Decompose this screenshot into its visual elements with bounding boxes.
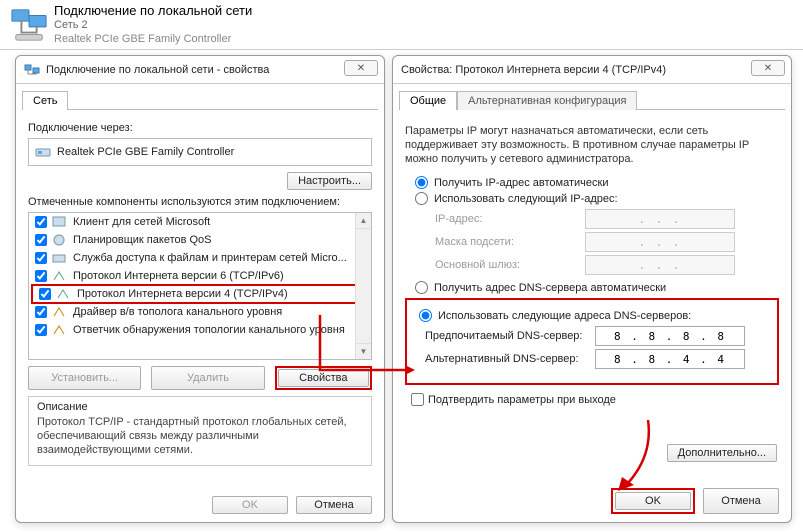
radio-input[interactable] <box>415 192 428 205</box>
list-item-label: Протокол Интернета версии 4 (TCP/IPv4) <box>77 288 288 300</box>
close-button[interactable]: ✕ <box>344 60 378 76</box>
adapter-name: Realtek PCIe GBE Family Controller <box>57 146 234 158</box>
checkbox[interactable] <box>35 252 47 264</box>
list-item[interactable]: Клиент для сетей Microsoft <box>29 213 371 231</box>
list-item[interactable]: Протокол Интернета версии 6 (TCP/IPv6) <box>29 267 371 285</box>
titlebar[interactable]: Подключение по локальной сети - свойства… <box>16 56 384 84</box>
header-device: Realtek PCIe GBE Family Controller <box>54 32 252 46</box>
responder-icon <box>51 322 67 338</box>
uninstall-button[interactable]: Удалить <box>151 366 264 390</box>
ok-button[interactable]: OK <box>615 492 691 510</box>
list-item-label: Ответчик обнаружения топологии канальног… <box>73 324 345 336</box>
checkbox[interactable] <box>39 288 51 300</box>
ip-address-field: . . . <box>585 209 735 229</box>
dns-preferred-label: Предпочитаемый DNS-сервер: <box>425 330 595 342</box>
checkbox[interactable] <box>35 306 47 318</box>
window-header: Подключение по локальной сети Сеть 2 Rea… <box>0 0 803 50</box>
radio-label: Получить IP-адрес автоматически <box>434 177 608 189</box>
gateway-field: . . . <box>585 255 735 275</box>
dns-alt-field[interactable]: 8 . 8 . 4 . 4 <box>595 349 745 369</box>
checkbox[interactable] <box>35 270 47 282</box>
radio-dns-auto[interactable]: Получить адрес DNS-сервера автоматически <box>405 281 779 294</box>
ipv4-icon <box>55 286 71 302</box>
radio-ip-manual[interactable]: Использовать следующий IP-адрес: <box>405 192 779 205</box>
adapter-icon <box>35 144 51 160</box>
network-icon <box>24 62 40 78</box>
fileshare-icon <box>51 250 67 266</box>
confirm-on-exit[interactable]: Подтвердить параметры при выходе <box>405 393 779 406</box>
list-item-ipv4-highlighted[interactable]: Протокол Интернета версии 4 (TCP/IPv4) <box>31 284 369 304</box>
ipv6-icon <box>51 268 67 284</box>
configure-button[interactable]: Настроить... <box>287 172 372 190</box>
dns-manual-highlight: Использовать следующие адреса DNS-сервер… <box>405 298 779 385</box>
network-adapter-icon <box>10 6 48 44</box>
ip-address-label: IP-адрес: <box>435 213 585 225</box>
list-item[interactable]: Служба доступа к файлам и принтерам сете… <box>29 249 371 267</box>
components-list[interactable]: Клиент для сетей Microsoft Планировщик п… <box>28 212 372 360</box>
radio-dns-manual[interactable]: Использовать следующие адреса DNS-сервер… <box>409 309 769 322</box>
titlebar[interactable]: Свойства: Протокол Интернета версии 4 (T… <box>393 56 791 84</box>
list-item[interactable]: Планировщик пакетов QoS <box>29 231 371 249</box>
checkbox[interactable] <box>35 216 47 228</box>
list-item-label: Клиент для сетей Microsoft <box>73 216 210 228</box>
adapter-box: Realtek PCIe GBE Family Controller <box>28 138 372 166</box>
tab-general[interactable]: Общие <box>399 91 457 110</box>
tab-network[interactable]: Сеть <box>22 91 68 110</box>
list-item-label: Драйвер в/в тополога канального уровня <box>73 306 282 318</box>
ipv4-properties-dialog: Свойства: Протокол Интернета версии 4 (T… <box>392 55 792 523</box>
properties-button[interactable]: Свойства <box>278 369 369 387</box>
radio-label: Использовать следующий IP-адрес: <box>434 193 618 205</box>
dns-preferred-field[interactable]: 8 . 8 . 8 . 8 <box>595 326 745 346</box>
radio-label: Использовать следующие адреса DNS-сервер… <box>438 310 691 322</box>
install-button[interactable]: Установить... <box>28 366 141 390</box>
ok-highlight: OK <box>611 488 695 514</box>
subnet-mask-label: Маска подсети: <box>435 236 585 248</box>
ok-button[interactable]: OK <box>212 496 288 514</box>
advanced-button[interactable]: Дополнительно... <box>667 444 777 462</box>
connection-properties-dialog: Подключение по локальной сети - свойства… <box>15 55 385 523</box>
list-item[interactable]: Драйвер в/в тополога канального уровня <box>29 303 371 321</box>
header-title: Подключение по локальной сети <box>54 4 252 18</box>
radio-ip-auto[interactable]: Получить IP-адрес автоматически <box>405 176 779 189</box>
dialog-title: Подключение по локальной сети - свойства <box>46 64 269 76</box>
radio-input[interactable] <box>415 281 428 294</box>
checkbox[interactable] <box>35 324 47 336</box>
qos-icon <box>51 232 67 248</box>
close-button[interactable]: ✕ <box>751 60 785 76</box>
client-icon <box>51 214 67 230</box>
dns-alt-label: Альтернативный DNS-сервер: <box>425 353 595 365</box>
description-legend: Описание <box>37 401 363 413</box>
list-item-label: Планировщик пакетов QoS <box>73 234 212 246</box>
driver-icon <box>51 304 67 320</box>
checkbox[interactable] <box>411 393 424 406</box>
description-text: Протокол TCP/IP - стандартный протокол г… <box>37 415 363 457</box>
description-fieldset: Описание Протокол TCP/IP - стандартный п… <box>28 396 372 466</box>
radio-input[interactable] <box>415 176 428 189</box>
cancel-button[interactable]: Отмена <box>703 488 779 514</box>
header-subtitle: Сеть 2 <box>54 18 252 32</box>
checkbox[interactable] <box>35 234 47 246</box>
scroll-down-icon[interactable]: ▼ <box>356 343 371 359</box>
connect-via-label: Подключение через: <box>28 122 372 134</box>
subnet-mask-field: . . . <box>585 232 735 252</box>
dialog-title: Свойства: Протокол Интернета версии 4 (T… <box>401 64 666 76</box>
gateway-label: Основной шлюз: <box>435 259 585 271</box>
confirm-label: Подтвердить параметры при выходе <box>428 394 616 406</box>
scroll-up-icon[interactable]: ▲ <box>356 213 371 229</box>
list-item-label: Служба доступа к файлам и принтерам сете… <box>73 252 347 264</box>
list-item-label: Протокол Интернета версии 6 (TCP/IPv6) <box>73 270 284 282</box>
cancel-button[interactable]: Отмена <box>296 496 372 514</box>
info-text: Параметры IP могут назначаться автоматич… <box>405 124 779 166</box>
scrollbar[interactable]: ▲ ▼ <box>355 213 371 359</box>
radio-input[interactable] <box>419 309 432 322</box>
radio-label: Получить адрес DNS-сервера автоматически <box>434 282 666 294</box>
list-item[interactable]: Ответчик обнаружения топологии канальног… <box>29 321 371 339</box>
tab-alternate[interactable]: Альтернативная конфигурация <box>457 91 637 110</box>
components-label: Отмеченные компоненты используются этим … <box>28 196 372 208</box>
